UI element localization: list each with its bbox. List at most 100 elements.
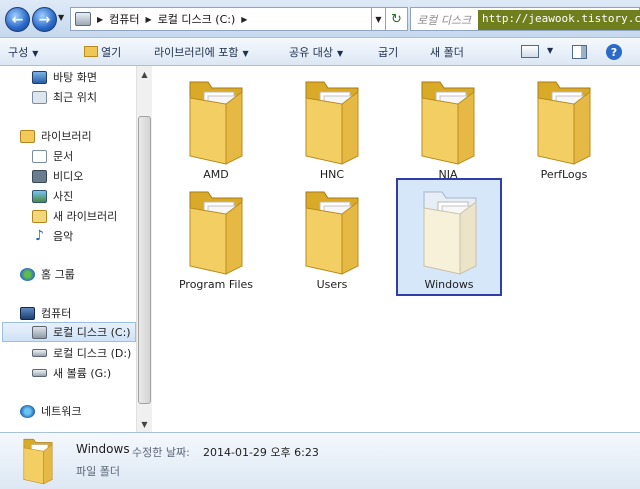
folder-item[interactable]: PerfLogs bbox=[514, 72, 614, 182]
details-modified-value: 2014-01-29 오후 6:23 bbox=[203, 446, 319, 459]
drive-icon bbox=[32, 349, 47, 357]
folder-name: HNC bbox=[319, 168, 345, 181]
command-bar: 구성 ▼ 열기 라이브러리에 포함 ▼ 공유 대상 ▼ 굽기 새 폴더 ▼ ? bbox=[0, 38, 640, 66]
chevron-right-icon[interactable]: ▶ bbox=[241, 15, 247, 24]
chevron-right-icon[interactable]: ▶ bbox=[97, 15, 103, 24]
views-icon bbox=[521, 45, 539, 58]
nav-item-homegroup[interactable]: 홈 그룹 bbox=[20, 264, 136, 284]
folder-item[interactable]: HNC bbox=[282, 72, 382, 182]
nav-item-videos[interactable]: 비디오 bbox=[32, 166, 136, 186]
folder-icon bbox=[423, 191, 477, 275]
watermark: http://jeawook.tistory.com bbox=[478, 10, 640, 30]
new-library-icon bbox=[32, 209, 47, 223]
system-drive-icon bbox=[32, 325, 47, 339]
address-bar: ← → ▼ ▶ 컴퓨터 ▶ 로컬 디스크 (C:) ▶ ▼ ↻ 로컬 디스크 h… bbox=[0, 0, 640, 38]
back-button[interactable]: ← bbox=[5, 7, 30, 32]
share-with-button[interactable]: 공유 대상 ▼ bbox=[289, 44, 343, 60]
nav-item-new-library[interactable]: 새 라이브러리 bbox=[32, 206, 136, 226]
arrow-right-icon: → bbox=[38, 11, 51, 28]
share-with-label: 공유 대상 bbox=[289, 46, 333, 59]
breadcrumb-computer[interactable]: 컴퓨터 bbox=[109, 11, 139, 27]
nav-item-label: 로컬 디스크 (D:) bbox=[53, 347, 132, 360]
nav-item-label: 새 볼륨 (G:) bbox=[53, 367, 112, 380]
change-view-button[interactable] bbox=[521, 45, 539, 58]
refresh-button[interactable]: ↻ bbox=[386, 7, 408, 31]
chevron-down-icon: ▼ bbox=[141, 419, 148, 429]
libraries-icon bbox=[20, 129, 35, 143]
nav-item-documents[interactable]: 문서 bbox=[32, 146, 136, 166]
preview-pane-icon bbox=[572, 45, 587, 59]
organize-button[interactable]: 구성 ▼ bbox=[8, 44, 38, 60]
nav-item-label: 바탕 화면 bbox=[53, 71, 97, 84]
burn-label: 굽기 bbox=[378, 46, 399, 59]
new-folder-button[interactable]: 새 폴더 bbox=[430, 44, 464, 60]
nav-item-desktop[interactable]: 바탕 화면 bbox=[32, 67, 136, 87]
include-library-label: 라이브러리에 포함 bbox=[154, 46, 239, 59]
nav-item-local-disk-c[interactable]: 로컬 디스크 (C:) bbox=[2, 322, 136, 342]
folder-icon bbox=[421, 81, 475, 165]
nav-item-label: 컴퓨터 bbox=[41, 307, 72, 320]
nav-item-label: 문서 bbox=[53, 150, 74, 163]
breadcrumb[interactable]: ▶ 컴퓨터 ▶ 로컬 디스크 (C:) ▶ bbox=[70, 7, 372, 31]
nav-item-pictures[interactable]: 사진 bbox=[32, 186, 136, 206]
drive-icon bbox=[32, 369, 47, 377]
nav-item-network[interactable]: 네트워크 bbox=[20, 401, 136, 421]
chevron-down-icon: ▼ bbox=[375, 14, 382, 24]
details-pane: Windows 수정한 날짜: 2014-01-29 오후 6:23 파일 폴더 bbox=[0, 432, 640, 489]
chevron-down-icon: ▼ bbox=[242, 49, 249, 58]
address-history-dropdown[interactable]: ▼ bbox=[372, 7, 386, 31]
chevron-down-icon: ▼ bbox=[58, 13, 65, 22]
search-placeholder: 로컬 디스크 bbox=[417, 14, 472, 27]
folder-item[interactable]: Users bbox=[282, 182, 382, 292]
nav-item-recent-places[interactable]: 최근 위치 bbox=[32, 87, 136, 107]
computer-icon bbox=[20, 306, 35, 320]
recent-pages-dropdown[interactable]: ▼ bbox=[58, 13, 64, 22]
burn-button[interactable]: 굽기 bbox=[378, 44, 398, 60]
folder-item[interactable]: AMD bbox=[166, 72, 266, 182]
help-button[interactable]: ? bbox=[606, 44, 622, 60]
preview-pane-button[interactable] bbox=[572, 45, 587, 59]
details-item-type: 파일 폴더 bbox=[76, 465, 120, 478]
pictures-icon bbox=[32, 189, 47, 203]
nav-item-label: 로컬 디스크 (C:) bbox=[53, 326, 131, 339]
folder-icon bbox=[189, 81, 243, 165]
homegroup-icon bbox=[20, 267, 35, 281]
include-in-library-button[interactable]: 라이브러리에 포함 ▼ bbox=[154, 44, 249, 60]
nav-item-label: 라이브러리 bbox=[41, 130, 92, 143]
file-list: AMD HNC NIA PerfLogs Program Files Users… bbox=[153, 66, 640, 432]
details-item-name: Windows bbox=[76, 442, 130, 456]
nav-pane-scrollbar[interactable]: ▲ ▼ bbox=[136, 66, 152, 432]
scroll-down-button[interactable]: ▼ bbox=[137, 416, 152, 432]
folder-item[interactable]: Program Files bbox=[166, 182, 266, 292]
computer-icon bbox=[75, 12, 91, 26]
nav-item-music[interactable]: ♪ 음악 bbox=[32, 226, 136, 246]
open-button[interactable]: 열기 bbox=[84, 44, 121, 60]
nav-item-computer[interactable]: 컴퓨터 bbox=[20, 303, 136, 323]
navigation-pane: 바탕 화면 최근 위치 라이브러리 문서 비디오 사진 새 라이브러리 ♪ 음악 … bbox=[0, 66, 152, 432]
nav-item-local-disk-d[interactable]: 로컬 디스크 (D:) bbox=[32, 343, 136, 363]
scroll-up-button[interactable]: ▲ bbox=[137, 66, 152, 82]
chevron-down-icon: ▼ bbox=[336, 49, 344, 58]
chevron-down-icon: ▼ bbox=[32, 49, 39, 58]
folder-name: AMD bbox=[203, 168, 229, 181]
nav-item-label: 최근 위치 bbox=[53, 91, 97, 104]
desktop-icon bbox=[32, 70, 47, 84]
nav-item-label: 새 라이브러리 bbox=[53, 210, 118, 223]
nav-item-label: 비디오 bbox=[53, 170, 84, 183]
music-icon: ♪ bbox=[35, 227, 44, 244]
nav-item-libraries[interactable]: 라이브러리 bbox=[20, 126, 136, 146]
folder-item-selected[interactable]: Windows bbox=[396, 178, 502, 296]
nav-item-new-volume-g[interactable]: 새 볼륨 (G:) bbox=[32, 363, 136, 383]
network-icon bbox=[20, 404, 35, 418]
new-folder-label: 새 폴더 bbox=[430, 46, 464, 59]
scroll-thumb[interactable] bbox=[138, 116, 151, 404]
documents-icon bbox=[32, 149, 47, 163]
more-views-button[interactable]: ▼ bbox=[543, 43, 553, 56]
nav-item-label: 음악 bbox=[53, 230, 74, 243]
nav-item-label: 홈 그룹 bbox=[41, 268, 75, 281]
chevron-right-icon[interactable]: ▶ bbox=[146, 15, 152, 24]
folder-item[interactable]: NIA bbox=[398, 72, 498, 182]
organize-label: 구성 bbox=[8, 46, 29, 59]
forward-button[interactable]: → bbox=[32, 7, 57, 32]
breadcrumb-local-disk-c[interactable]: 로컬 디스크 (C:) bbox=[158, 11, 236, 27]
